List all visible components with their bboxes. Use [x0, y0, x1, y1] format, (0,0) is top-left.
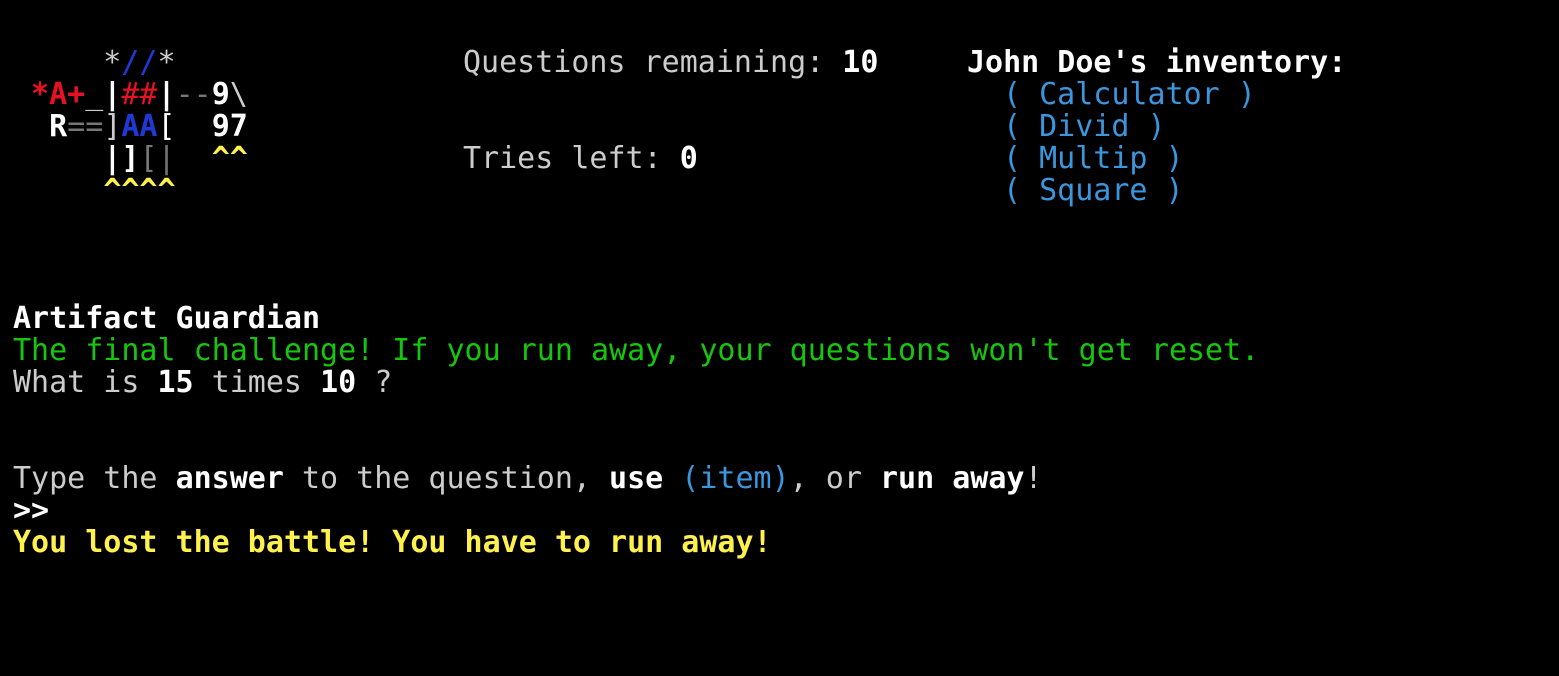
- inventory-title: John Doe's inventory:: [967, 45, 1347, 80]
- ascii-seg: //: [121, 45, 158, 80]
- ascii-row-3: R==]AA[ 97: [13, 111, 248, 143]
- prompt-text: !: [1024, 461, 1043, 496]
- prompt-text: to the question,: [283, 461, 610, 496]
- ascii-seg: [176, 109, 212, 144]
- ascii-seg: ==: [67, 109, 104, 144]
- battle-result-message: You lost the battle! You have to run awa…: [13, 525, 772, 560]
- tries-left-label: Tries left:: [463, 141, 680, 176]
- inventory-item-calculator: ( Calculator ): [1003, 77, 1256, 112]
- prompt-use-keyword: use: [609, 461, 664, 496]
- ascii-seg: [176, 141, 212, 176]
- questions-remaining-label: Questions remaining:: [463, 45, 843, 80]
- prompt-text: , or: [789, 461, 880, 496]
- ascii-row-2: *A+_|##|--9\: [13, 79, 248, 111]
- ascii-seg: |: [103, 77, 122, 112]
- ascii-seg: |]: [103, 141, 140, 176]
- ascii-seg: 9: [211, 77, 230, 112]
- ascii-seg: --: [175, 77, 212, 112]
- ascii-row-5: ^^^^: [13, 173, 176, 208]
- ascii-seg: |: [157, 77, 176, 112]
- ascii-seg: ^^: [211, 141, 248, 176]
- questions-remaining-value: 10: [842, 45, 879, 80]
- action-prompt: Type the answer to the question, use (it…: [13, 463, 1043, 495]
- command-input-prompt[interactable]: >>: [13, 495, 49, 527]
- ascii-seg: ]: [103, 109, 122, 144]
- prompt-item-keyword: (item): [681, 461, 790, 496]
- inventory-item-multip: ( Multip ): [1003, 141, 1184, 176]
- question-middle: times: [193, 365, 321, 400]
- question-text: What is 15 times 10 ?: [13, 367, 392, 399]
- ascii-seg: \: [229, 77, 248, 112]
- ascii-seg: *: [157, 45, 176, 80]
- ascii-seg: R: [13, 109, 68, 144]
- inventory-item-divid: ( Divid ): [1003, 109, 1166, 144]
- ascii-seg: [|: [139, 141, 176, 176]
- ascii-row-4: |][| ^^: [13, 143, 248, 175]
- ascii-seg: [: [157, 109, 176, 144]
- ascii-seg: ##: [121, 77, 158, 112]
- prompt-answer-keyword: answer: [175, 461, 284, 496]
- question-number-2: 10: [320, 365, 357, 400]
- tries-left: Tries left: 0: [463, 143, 698, 175]
- question-number-1: 15: [157, 365, 194, 400]
- enemy-name: Artifact Guardian: [13, 301, 321, 336]
- question-prefix: What is: [13, 365, 158, 400]
- ascii-row-1: *//*: [13, 45, 176, 80]
- prompt-text: [663, 461, 681, 496]
- ascii-seg: [13, 141, 103, 176]
- ascii-seg: [13, 173, 103, 208]
- question-suffix: ?: [356, 365, 393, 400]
- questions-remaining: Questions remaining: 10: [463, 47, 878, 79]
- ascii-seg: _: [85, 77, 104, 112]
- challenge-text: The final challenge! If you run away, yo…: [13, 333, 1260, 368]
- ascii-seg: AA: [121, 109, 158, 144]
- prompt-run-away-keyword: run away: [879, 461, 1025, 496]
- ascii-seg: *A+: [13, 77, 86, 112]
- ascii-seg: 97: [211, 109, 248, 144]
- prompt-text: Type the: [13, 461, 176, 496]
- ascii-seg: *: [13, 45, 122, 80]
- ascii-seg: ^^^^: [103, 173, 176, 208]
- tries-left-value: 0: [679, 141, 698, 176]
- inventory-item-square: ( Square ): [1003, 173, 1184, 208]
